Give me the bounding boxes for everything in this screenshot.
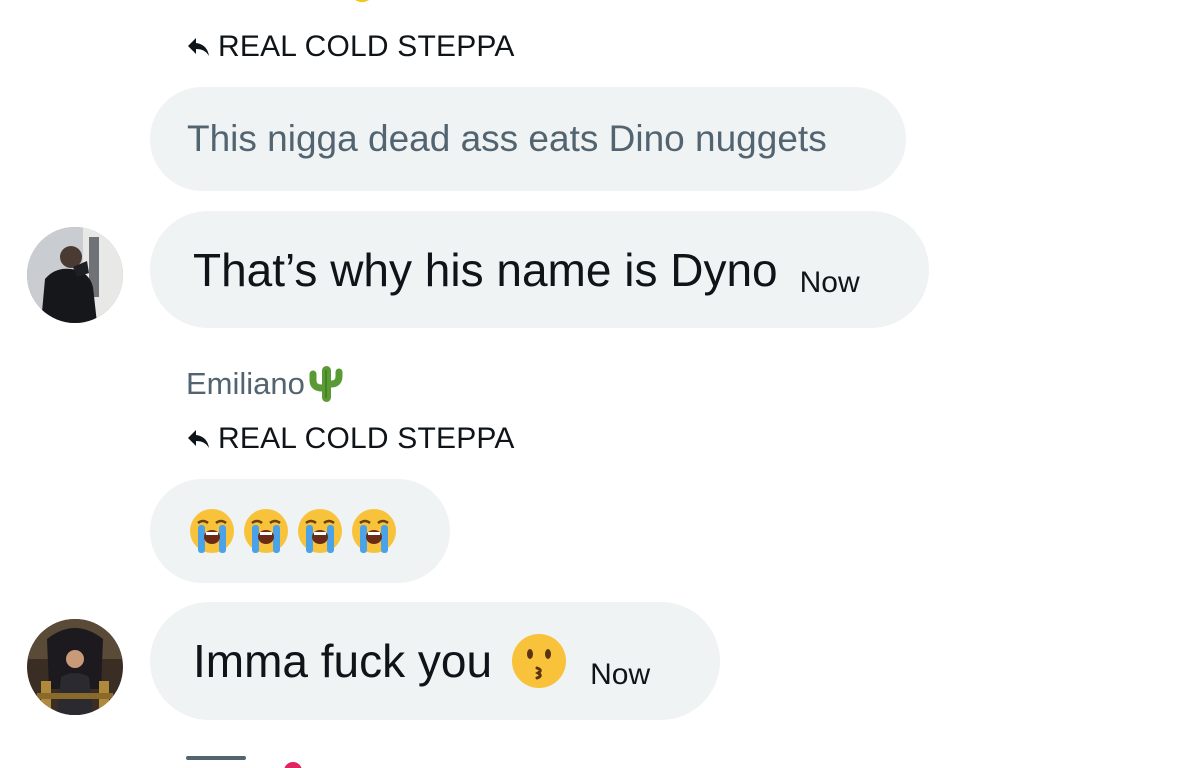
quoted-message-text: This nigga dead ass eats Dino nuggets [187, 118, 827, 159]
message-bubble[interactable]: Imma fuck you Now [150, 602, 720, 720]
reply-arrow-icon [188, 38, 209, 56]
emoji-message-bubble[interactable] [150, 479, 450, 583]
kissing-face-icon [512, 634, 567, 688]
avatar-photo-icon [27, 227, 123, 323]
sender-name-cut-off [186, 0, 378, 14]
message-text: That’s why his name is Dyno [193, 243, 778, 296]
reply-arrow-icon [188, 430, 209, 448]
loudly-crying-face-icon [298, 509, 342, 553]
loudly-crying-face-icon [244, 509, 288, 553]
message-bubble[interactable]: That’s why his name is Dyno Now [150, 211, 929, 328]
next-sender-emoji-cut-off-icon [284, 762, 302, 768]
quoted-message-bubble[interactable]: This nigga dead ass eats Dino nuggets [150, 87, 906, 191]
sender-name-text: Emiliano [186, 366, 305, 401]
reply-context-1: REAL COLD STEPPA [186, 30, 515, 64]
cut-off-name-text [186, 0, 336, 5]
message-text: Imma fuck you [193, 635, 493, 687]
message-timestamp: Now [590, 658, 651, 691]
banana-emoji-icon [355, 0, 369, 2]
loudly-crying-face-icon [190, 509, 234, 553]
chat-thread: REAL COLD STEPPA This nigga dead ass eat… [0, 0, 1179, 768]
cactus-emoji-icon [309, 366, 343, 402]
loudly-crying-face-icon [352, 509, 396, 553]
user-avatar[interactable] [27, 227, 123, 323]
replying-to-label: REAL COLD STEPPA [218, 422, 515, 455]
reply-context-2: REAL COLD STEPPA [186, 422, 515, 456]
avatar-photo-icon [27, 619, 123, 715]
next-sender-name-cut-off [186, 756, 246, 760]
sender-name[interactable]: Emiliano [186, 364, 343, 404]
replying-to-label: REAL COLD STEPPA [218, 30, 515, 63]
user-avatar[interactable] [27, 619, 123, 715]
message-timestamp: Now [799, 266, 860, 299]
